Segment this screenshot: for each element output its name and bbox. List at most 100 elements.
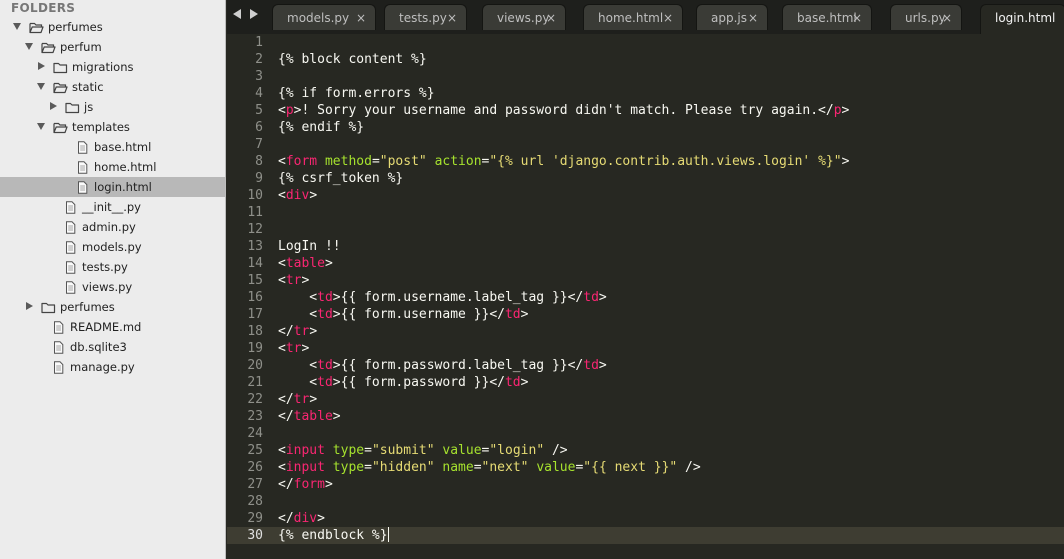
tree-item-perfum[interactable]: perfum [0, 37, 225, 57]
tab-app-js[interactable]: app.js × [696, 4, 768, 30]
code-line: <table> [278, 256, 333, 271]
close-icon[interactable]: × [447, 6, 457, 30]
tree-item-label: login.html [94, 180, 152, 194]
line-number: 21 [247, 375, 263, 390]
close-icon[interactable]: × [356, 6, 366, 30]
tab-tests-py[interactable]: tests.py × [384, 4, 467, 30]
file-icon [53, 360, 64, 380]
line-number: 26 [247, 460, 263, 475]
code-line: <tr> [278, 273, 310, 288]
tab-home-html[interactable]: home.html × [583, 4, 683, 30]
tree-item-static[interactable]: static [0, 77, 225, 97]
tab-base-html[interactable]: base.html × [782, 4, 872, 30]
tree-item-migrations[interactable]: migrations [0, 57, 225, 77]
tree-item-readme-md[interactable]: README.md [0, 317, 225, 337]
tree-item-label: db.sqlite3 [70, 340, 127, 354]
tree-item-label: README.md [70, 320, 142, 334]
close-icon[interactable]: × [852, 6, 862, 30]
tree-item-perfumes[interactable]: perfumes [0, 17, 225, 37]
line-number: 5 [255, 103, 263, 118]
code-line: LogIn !! [278, 239, 341, 254]
tree-item-templates[interactable]: templates [0, 117, 225, 137]
code-line: </table> [278, 409, 341, 424]
code-line: {% csrf_token %} [278, 171, 404, 186]
code-line: <form method="post" action="{% url 'djan… [278, 154, 850, 169]
line-number: 15 [247, 273, 263, 288]
line-number: 4 [255, 86, 263, 101]
tree-item-label: views.py [82, 280, 133, 294]
code-line: {% endblock %} [278, 527, 389, 543]
code-line: </tr> [278, 324, 318, 339]
tab-right-arrow-icon[interactable] [250, 9, 258, 19]
line-number: 11 [247, 205, 263, 220]
tab-label: login.html [995, 11, 1056, 25]
code-line: <td>{{ form.username.label_tag }}</td> [278, 290, 607, 305]
tab-urls-py[interactable]: urls.py × [890, 4, 962, 30]
line-number: 13 [247, 239, 263, 254]
tree-item-perfumes[interactable]: perfumes [0, 297, 225, 317]
tree-item-home-html[interactable]: home.html [0, 157, 225, 177]
disclosure-closed-icon[interactable] [26, 302, 33, 310]
code-line: <input type="submit" value="login" /> [278, 443, 568, 458]
disclosure-open-icon[interactable] [37, 83, 45, 90]
disclosure-open-icon[interactable] [25, 43, 33, 50]
tree-item-label: tests.py [82, 260, 128, 274]
tree-item-views-py[interactable]: views.py [0, 277, 225, 297]
line-number: 25 [247, 443, 263, 458]
tab-label: tests.py [399, 11, 447, 25]
tree-item-db-sqlite3[interactable]: db.sqlite3 [0, 337, 225, 357]
code-line: <div> [278, 188, 318, 203]
tab-left-arrow-icon[interactable] [233, 9, 241, 19]
tree-item-base-html[interactable]: base.html [0, 137, 225, 157]
tab-label: urls.py [905, 11, 946, 25]
tree-item-tests-py[interactable]: tests.py [0, 257, 225, 277]
tree-item-login-html[interactable]: login.html [0, 177, 225, 197]
tab-label: views.py [497, 11, 550, 25]
tree-item-label: __init__.py [82, 200, 141, 214]
line-number: 16 [247, 290, 263, 305]
code-editor[interactable]: 1 2 3 4 5 6 7 8 9 10 11 12 13 14 15 16 17 18 19 20 21 22 23 24 2… [227, 34, 1064, 559]
line-number: 22 [247, 392, 263, 407]
code-line: </tr> [278, 392, 318, 407]
line-number: 18 [247, 324, 263, 339]
close-icon[interactable]: × [748, 6, 758, 30]
code-line: <td>{{ form.password }}</td> [278, 375, 529, 390]
tab-views-py[interactable]: views.py × [482, 4, 566, 30]
code-line: <td>{{ form.password.label_tag }}</td> [278, 358, 607, 373]
close-icon[interactable]: × [663, 6, 673, 30]
tree-item-label: migrations [72, 60, 134, 74]
code-line: <p>! Sorry your username and password di… [278, 103, 850, 118]
disclosure-closed-icon[interactable] [38, 62, 45, 70]
tab-label: home.html [598, 11, 664, 25]
tree-item-init-py[interactable]: __init__.py [0, 197, 225, 217]
tab-label: app.js [711, 11, 747, 25]
line-number: 2 [255, 52, 263, 67]
disclosure-closed-icon[interactable] [50, 102, 57, 110]
close-icon[interactable]: × [546, 6, 556, 30]
tab-login-html[interactable]: login.html [980, 4, 1064, 34]
tree-item-label: templates [72, 120, 130, 134]
folders-header: FOLDERS [11, 1, 76, 15]
line-number: 24 [247, 426, 263, 441]
disclosure-open-icon[interactable] [13, 23, 21, 30]
line-number: 14 [247, 256, 263, 271]
line-number: 29 [247, 511, 263, 526]
tab-models-py[interactable]: models.py × [272, 4, 376, 30]
line-number: 3 [255, 69, 263, 84]
line-number: 10 [247, 188, 263, 203]
tree-item-models-py[interactable]: models.py [0, 237, 225, 257]
line-number: 9 [255, 171, 263, 186]
code-line: </div> [278, 511, 325, 526]
line-number: 17 [247, 307, 263, 322]
tree-item-manage-py[interactable]: manage.py [0, 357, 225, 377]
line-number: 1 [255, 35, 263, 50]
code-line: </form> [278, 477, 333, 492]
tree-item-label: perfumes [60, 300, 115, 314]
code-line: <td>{{ form.username }}</td> [278, 307, 529, 322]
tree-item-label: perfumes [48, 20, 103, 34]
disclosure-open-icon[interactable] [37, 123, 45, 130]
close-icon[interactable]: × [942, 6, 952, 30]
line-number: 20 [247, 358, 263, 373]
tree-item-admin-py[interactable]: admin.py [0, 217, 225, 237]
tree-item-js[interactable]: js [0, 97, 225, 117]
